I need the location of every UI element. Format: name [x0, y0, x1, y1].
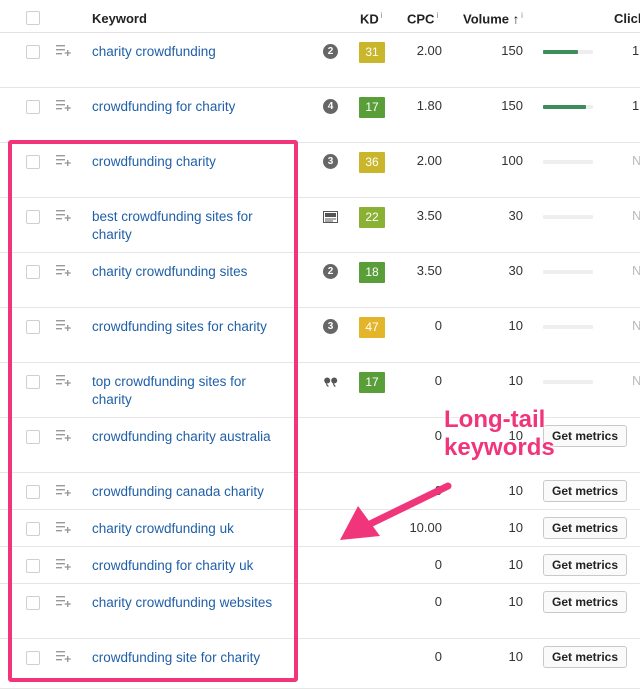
- volume-value: 10: [508, 557, 523, 572]
- kd-badge: 47: [359, 317, 385, 338]
- clicks-value: N: [632, 153, 640, 168]
- clicks-value: N: [632, 208, 640, 223]
- traffic-potential-bar: [543, 50, 593, 54]
- table-header: Keyword KD i CPC i Volume ↑ i Clicl: [0, 0, 640, 33]
- number-circle-icon: 3: [323, 154, 338, 169]
- volume-header-label: Volume: [463, 11, 509, 27]
- serp-features-count[interactable]: 3: [323, 319, 338, 334]
- quote-icon[interactable]: [323, 374, 338, 389]
- keyword-link[interactable]: charity crowdfunding: [92, 43, 282, 61]
- cpc-value: 3.50: [416, 208, 442, 223]
- clicks-column-header[interactable]: Clicl: [614, 11, 640, 26]
- cpc-value: 0: [434, 594, 442, 609]
- table-row: charity crowdfunding 2 31 2.00 150 1: [0, 32, 640, 88]
- cpc-value: 2.00: [416, 153, 442, 168]
- kd-header-label: KD: [360, 11, 379, 27]
- cpc-header-label: CPC: [407, 11, 435, 27]
- info-icon[interactable]: i: [381, 11, 383, 20]
- info-icon[interactable]: i: [436, 11, 438, 20]
- kd-badge: 18: [359, 262, 385, 283]
- volume-value: 10: [508, 649, 523, 664]
- traffic-potential-bar: [543, 325, 593, 329]
- serp-features-count[interactable]: 3: [323, 154, 338, 169]
- traffic-potential-fill: [543, 50, 578, 54]
- volume-value: 150: [501, 98, 523, 113]
- serp-features-count[interactable]: 2: [323, 264, 338, 279]
- get-metrics-button[interactable]: Get metrics: [543, 480, 627, 502]
- ad-icon[interactable]: [323, 209, 338, 224]
- serp-features-count[interactable]: 2: [323, 44, 338, 59]
- info-icon[interactable]: i: [521, 11, 523, 20]
- annotation-label: Long-tail keywords: [444, 406, 556, 462]
- kd-badge: 17: [359, 97, 385, 118]
- volume-value: 30: [508, 263, 523, 278]
- traffic-potential-bar: [543, 380, 593, 384]
- cpc-value: 0: [434, 373, 442, 388]
- traffic-potential-bar: [543, 270, 593, 274]
- traffic-potential-fill: [543, 105, 586, 109]
- traffic-potential-bar: [543, 160, 593, 164]
- get-metrics-button[interactable]: Get metrics: [543, 646, 627, 668]
- number-circle-icon: 4: [323, 99, 338, 114]
- volume-value: 10: [508, 373, 523, 388]
- kd-badge: 31: [359, 42, 385, 63]
- add-to-list-icon[interactable]: [56, 43, 72, 57]
- number-circle-icon: 2: [323, 264, 338, 279]
- clicks-value: 1: [632, 43, 640, 58]
- number-circle-icon: 2: [323, 44, 338, 59]
- volume-value: 10: [508, 520, 523, 535]
- kd-badge: 17: [359, 372, 385, 393]
- volume-column-header[interactable]: Volume ↑ i: [463, 11, 523, 26]
- highlight-box: [8, 140, 298, 682]
- get-metrics-button[interactable]: Get metrics: [543, 554, 627, 576]
- row-checkbox[interactable]: [26, 45, 40, 59]
- cpc-value: 3.50: [416, 263, 442, 278]
- kd-column-header[interactable]: KD i: [360, 11, 383, 26]
- add-to-list-icon[interactable]: [56, 98, 72, 112]
- volume-value: 30: [508, 208, 523, 223]
- cpc-value: 0: [434, 318, 442, 333]
- get-metrics-button[interactable]: Get metrics: [543, 425, 627, 447]
- volume-value: 10: [508, 483, 523, 498]
- keyword-link[interactable]: crowdfunding for charity: [92, 98, 282, 116]
- volume-value: 150: [501, 43, 523, 58]
- cpc-value: 0: [434, 428, 442, 443]
- traffic-potential-bar: [543, 105, 593, 109]
- cpc-value: 0: [434, 649, 442, 664]
- volume-value: 10: [508, 594, 523, 609]
- clicks-value: N: [632, 263, 640, 278]
- get-metrics-button[interactable]: Get metrics: [543, 517, 627, 539]
- row-checkbox[interactable]: [26, 100, 40, 114]
- annotation-line-1: Long-tail: [444, 406, 546, 434]
- annotation-line-2: keywords: [444, 434, 556, 462]
- keyword-column-header[interactable]: Keyword: [92, 11, 147, 26]
- cpc-value: 1.80: [416, 98, 442, 113]
- volume-value: 100: [501, 153, 523, 168]
- clicks-value: N: [632, 373, 640, 388]
- clicks-value: N: [632, 318, 640, 333]
- annotation-arrow-icon: [340, 482, 452, 540]
- get-metrics-button[interactable]: Get metrics: [543, 591, 627, 613]
- select-all-checkbox[interactable]: [26, 11, 40, 25]
- cpc-column-header[interactable]: CPC i: [407, 11, 438, 26]
- clicks-value: 1: [632, 98, 640, 113]
- sort-arrow-icon: ↑: [512, 11, 520, 27]
- cpc-value: 0: [434, 557, 442, 572]
- traffic-potential-bar: [543, 215, 593, 219]
- volume-value: 10: [508, 318, 523, 333]
- kd-badge: 22: [359, 207, 385, 228]
- serp-features-count[interactable]: 4: [323, 99, 338, 114]
- kd-badge: 36: [359, 152, 385, 173]
- cpc-value: 2.00: [416, 43, 442, 58]
- table-row: crowdfunding for charity 4 17 1.80 150 1: [0, 87, 640, 143]
- number-circle-icon: 3: [323, 319, 338, 334]
